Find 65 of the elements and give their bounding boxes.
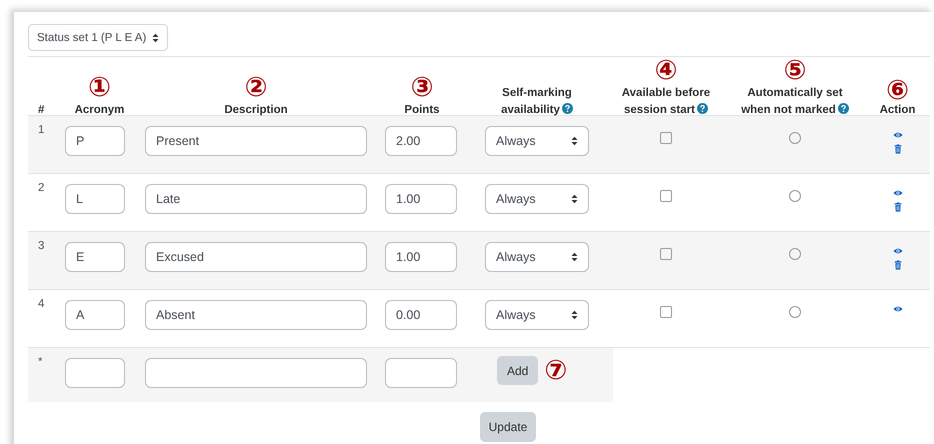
points-field[interactable]: 1.00	[385, 242, 457, 272]
row-number: 3	[37, 239, 46, 252]
availability-select[interactable]: Always	[485, 300, 589, 330]
checkbox[interactable]	[660, 306, 672, 318]
checkbox[interactable]	[660, 132, 672, 144]
annotation-number: ⑦	[544, 356, 568, 384]
availability-select[interactable]: Always	[485, 126, 589, 156]
annotation-number: ②	[244, 74, 268, 102]
acronym-field[interactable]: A	[65, 300, 125, 330]
description-field[interactable]: Late	[145, 184, 367, 214]
eye-icon[interactable]	[892, 130, 902, 140]
annotation-number: ④	[654, 57, 678, 84]
availability-select[interactable]: Always	[485, 242, 589, 272]
sort-caret-icon	[571, 252, 578, 262]
update-button[interactable]: Update	[480, 412, 536, 442]
description-field[interactable]: Excused	[145, 242, 367, 272]
annotation-number: ⑥	[886, 77, 909, 104]
eye-icon[interactable]	[892, 188, 902, 198]
availability-select[interactable]: Always	[485, 184, 589, 214]
description-field[interactable]	[145, 358, 367, 388]
checkbox[interactable]	[660, 248, 672, 260]
acronym-field[interactable]: L	[65, 184, 125, 214]
annotation-number: ③	[410, 74, 434, 102]
sort-caret-icon	[571, 310, 578, 320]
trash-icon[interactable]	[892, 144, 902, 154]
column-header: Action	[880, 103, 916, 118]
points-field[interactable]: 1.00	[385, 184, 457, 214]
annotation-number: ①	[88, 74, 111, 102]
sort-caret-icon	[571, 194, 578, 204]
radio-button[interactable]	[789, 132, 801, 144]
description-field[interactable]: Absent	[145, 300, 367, 330]
status-set-select[interactable]: Status set 1 (P L E A)	[28, 24, 168, 51]
acronym-field[interactable]: E	[65, 242, 125, 272]
column-header: Self-marking availability	[500, 86, 574, 118]
row-number: 1	[37, 123, 46, 136]
column-header: Points	[404, 103, 440, 118]
eye-icon[interactable]	[892, 246, 902, 256]
help-icon[interactable]	[838, 103, 849, 114]
radio-button[interactable]	[789, 190, 801, 202]
column-header: #	[38, 103, 44, 118]
sort-caret-icon	[571, 136, 578, 146]
acronym-field[interactable]	[65, 358, 125, 388]
radio-button[interactable]	[789, 248, 801, 260]
new-row-marker: *	[37, 355, 44, 368]
acronym-field[interactable]: P	[65, 126, 125, 156]
row-number: 2	[37, 181, 46, 194]
help-icon[interactable]	[696, 103, 708, 114]
annotation-number: ⑤	[784, 57, 806, 84]
column-header: Automatically set when not marked	[736, 85, 854, 120]
checkbox[interactable]	[660, 190, 672, 202]
column-header: Acronym	[74, 103, 124, 118]
add-button[interactable]: Add	[497, 356, 538, 385]
eye-icon[interactable]	[892, 304, 902, 314]
points-field[interactable]: 2.00	[385, 126, 457, 156]
trash-icon[interactable]	[892, 260, 902, 270]
row-number: 4	[37, 297, 46, 310]
points-field[interactable]: 0.00	[385, 300, 457, 330]
help-icon[interactable]	[562, 103, 573, 114]
sort-caret-icon	[152, 32, 160, 42]
points-field[interactable]	[385, 358, 457, 388]
description-field[interactable]: Present	[145, 126, 367, 156]
radio-button[interactable]	[789, 306, 801, 318]
column-header: Description	[224, 103, 288, 118]
column-header: Available before session start	[620, 86, 712, 118]
trash-icon[interactable]	[892, 202, 902, 212]
